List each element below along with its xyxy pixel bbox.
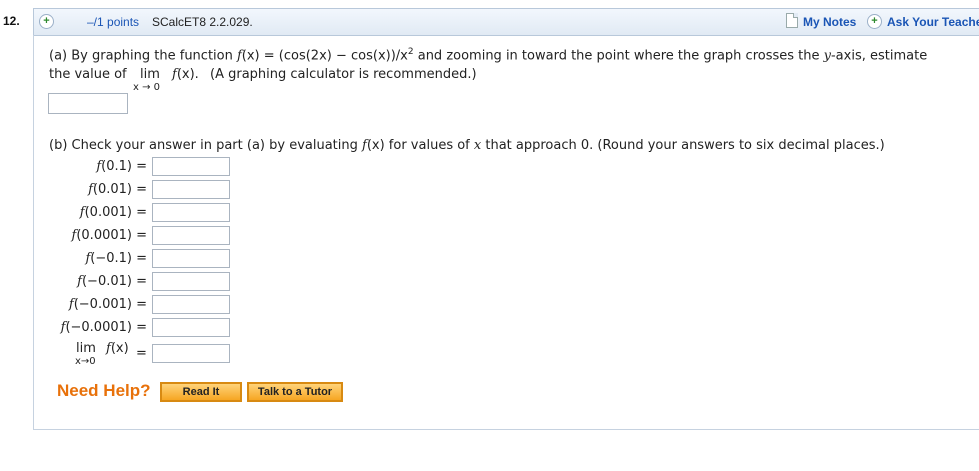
part-b-lim-eq: = — [136, 346, 147, 361]
row-label-6: f(−0.01) = — [77, 274, 147, 289]
answer-input-7[interactable] — [152, 295, 230, 314]
answer-input-8[interactable] — [152, 318, 230, 337]
notes-icon[interactable] — [786, 13, 798, 28]
row-label-7: f(−0.001) = — [68, 297, 147, 312]
question-header: + –/1 points SCalcET8 2.2.029. My Notes … — [33, 8, 979, 36]
answer-input-4[interactable] — [152, 226, 230, 245]
row-label-8: f(−0.0001) = — [60, 320, 147, 335]
part-b-instruction: (b) Check your answer in part (a) by eva… — [49, 138, 885, 153]
answer-input-1[interactable] — [152, 157, 230, 176]
question-number: 12. — [3, 14, 20, 28]
talk-to-tutor-button[interactable]: Talk to a Tutor — [247, 382, 343, 402]
read-it-button[interactable]: Read It — [160, 382, 242, 402]
row-label-2: f(0.01) = — [88, 182, 147, 197]
answer-input-3[interactable] — [152, 203, 230, 222]
need-help-label: Need Help? — [57, 381, 151, 400]
part-a-lim-fx: f(x). — [172, 67, 199, 82]
part-b-lim: lim — [76, 341, 96, 356]
points-label: –/1 points — [87, 15, 140, 29]
question-code: SCalcET8 2.2.029. — [152, 15, 253, 29]
part-a-answer-input[interactable] — [48, 93, 128, 114]
row-label-5: f(−0.1) = — [85, 251, 147, 266]
expand-plus-icon[interactable]: + — [39, 14, 54, 29]
answer-input-6[interactable] — [152, 272, 230, 291]
part-b-lim-sub: x→0 — [75, 356, 96, 367]
ask-plus-icon[interactable]: + — [867, 14, 882, 29]
row-label-4: f(0.0001) = — [71, 228, 147, 243]
my-notes-link[interactable]: My Notes — [803, 15, 856, 29]
answer-input-2[interactable] — [152, 180, 230, 199]
part-a-lim: lim — [140, 67, 160, 82]
part-a-line1: (a) By graphing the function f(x) = (cos… — [49, 47, 928, 64]
ask-teacher-link[interactable]: Ask Your Teacher — [887, 15, 979, 29]
part-a-line2-pre: the value of — [49, 67, 127, 82]
limit-answer-input[interactable] — [152, 344, 230, 363]
row-label-1: f(0.1) = — [96, 159, 147, 174]
answer-input-5[interactable] — [152, 249, 230, 268]
part-a-line2-post: (A graphing calculator is recommended.) — [210, 67, 477, 82]
part-b-lim-fx: f(x) — [106, 341, 129, 356]
row-label-3: f(0.001) = — [79, 205, 147, 220]
part-a-lim-sub: x → 0 — [133, 82, 161, 93]
